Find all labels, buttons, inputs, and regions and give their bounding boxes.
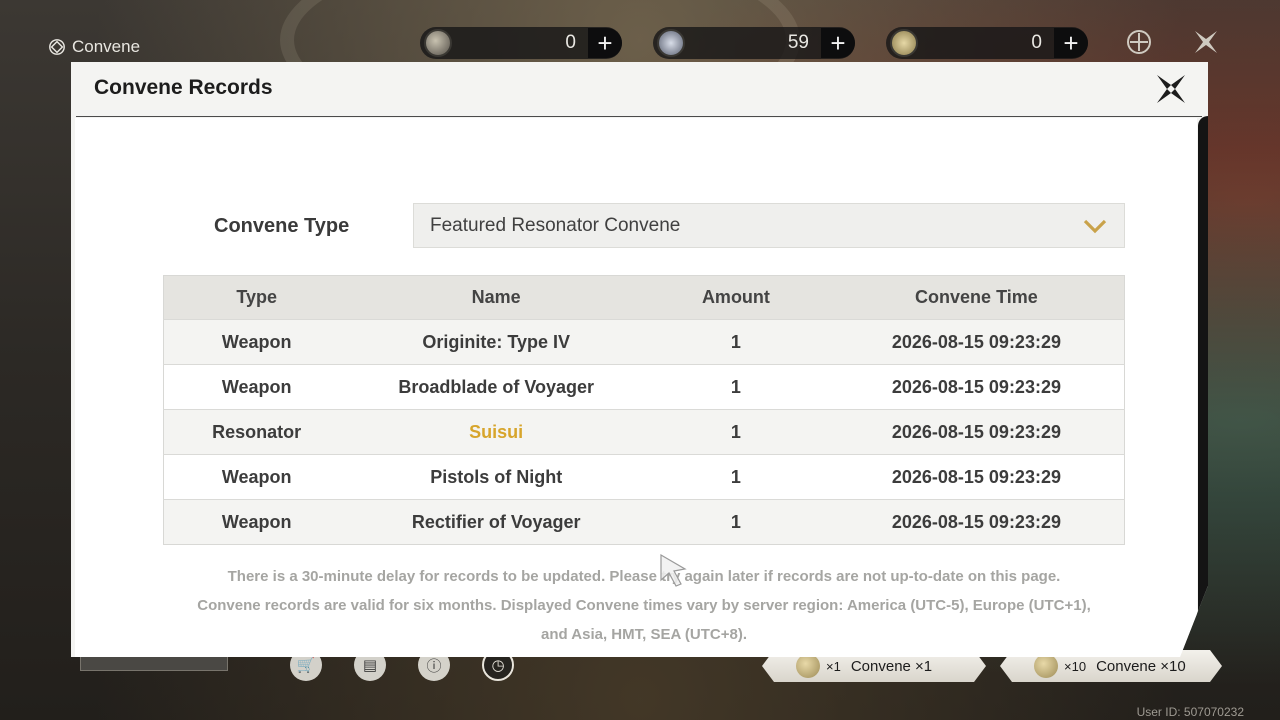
records-notice: There is a 30-minute delay for records t… bbox=[163, 562, 1125, 649]
tide-icon bbox=[890, 29, 918, 57]
coin-icon bbox=[796, 654, 820, 678]
modal-side-accent bbox=[1198, 116, 1208, 646]
table-row: Weapon Broadblade of Voyager 1 2026-08-1… bbox=[164, 365, 1125, 410]
records-table: Type Name Amount Convene Time Weapon Ori… bbox=[163, 275, 1125, 545]
coin-icon bbox=[1034, 654, 1058, 678]
convene-type-label: Convene Type bbox=[214, 215, 350, 237]
cell-amount: 1 bbox=[643, 320, 829, 365]
cell-time: 2026-08-15 09:23:29 bbox=[829, 365, 1125, 410]
header-convene-time: Convene Time bbox=[829, 276, 1125, 320]
cell-amount: 1 bbox=[643, 365, 829, 410]
tide-currency-display: 0 + bbox=[886, 27, 1088, 59]
notice-line: There is a 30-minute delay for records t… bbox=[227, 568, 1061, 585]
convene-type-value: Featured Resonator Convene bbox=[430, 214, 681, 236]
app-title: Convene bbox=[48, 36, 140, 58]
table-row: Weapon Originite: Type IV 1 2026-08-15 0… bbox=[164, 320, 1125, 365]
cell-type: Resonator bbox=[164, 410, 350, 455]
convene-10-cost: ×10 bbox=[1064, 658, 1087, 674]
cell-time: 2026-08-15 09:23:29 bbox=[829, 320, 1125, 365]
notice-line: and Asia, HMT, SEA (UTC+8). bbox=[540, 626, 747, 643]
lunite-value: 0 bbox=[565, 32, 576, 53]
cell-name: Pistols of Night bbox=[349, 455, 643, 500]
cell-name: Rectifier of Voyager bbox=[349, 500, 643, 545]
add-astrite-button[interactable]: + bbox=[821, 28, 855, 58]
header-amount: Amount bbox=[643, 276, 829, 320]
astrite-currency-display: 59 + bbox=[653, 27, 855, 59]
cell-type: Weapon bbox=[164, 320, 350, 365]
convene-icon bbox=[49, 39, 65, 55]
lunite-currency-display: 0 + bbox=[420, 27, 622, 59]
cell-name: Broadblade of Voyager bbox=[349, 365, 643, 410]
cell-time: 2026-08-15 09:23:29 bbox=[829, 500, 1125, 545]
convene-type-dropdown[interactable]: Featured Resonator Convene bbox=[413, 203, 1125, 248]
chevron-down-icon bbox=[1082, 215, 1108, 237]
cell-type: Weapon bbox=[164, 500, 350, 545]
cell-amount: 1 bbox=[643, 455, 829, 500]
header-name: Name bbox=[349, 276, 643, 320]
cell-type: Weapon bbox=[164, 455, 350, 500]
cell-amount: 1 bbox=[643, 410, 829, 455]
lunite-icon bbox=[424, 29, 452, 57]
cell-amount: 1 bbox=[643, 500, 829, 545]
close-icon[interactable] bbox=[1154, 72, 1188, 106]
modal-title: Convene Records bbox=[94, 76, 273, 99]
modal-body: Convene Type Featured Resonator Convene … bbox=[75, 118, 1197, 657]
mouse-cursor-icon bbox=[660, 553, 687, 587]
modal-header: Convene Records bbox=[76, 62, 1202, 117]
exit-icon[interactable] bbox=[1191, 27, 1221, 57]
notice-line: Convene records are valid for six months… bbox=[197, 597, 1091, 614]
user-id: User ID: 507070232 bbox=[1136, 705, 1244, 719]
cell-name-highlight: Suisui bbox=[349, 410, 643, 455]
cell-time: 2026-08-15 09:23:29 bbox=[829, 455, 1125, 500]
table-row: Weapon Rectifier of Voyager 1 2026-08-15… bbox=[164, 500, 1125, 545]
convene-records-modal: Convene Records Convene Type Featured Re… bbox=[71, 62, 1208, 657]
astrite-value: 59 bbox=[787, 32, 809, 53]
add-tide-button[interactable]: + bbox=[1054, 28, 1088, 58]
astrite-icon bbox=[657, 29, 685, 57]
cell-name: Originite: Type IV bbox=[349, 320, 643, 365]
tide-value: 0 bbox=[1031, 32, 1042, 53]
convene-1-label: Convene ×1 bbox=[850, 657, 933, 675]
table-header-row: Type Name Amount Convene Time bbox=[164, 276, 1125, 320]
table-row: Resonator Suisui 1 2026-08-15 09:23:29 bbox=[164, 410, 1125, 455]
cell-type: Weapon bbox=[164, 365, 350, 410]
table-row: Weapon Pistols of Night 1 2026-08-15 09:… bbox=[164, 455, 1125, 500]
header-type: Type bbox=[164, 276, 350, 320]
banner-thumbnail[interactable] bbox=[80, 655, 228, 671]
convene-1-cost: ×1 bbox=[826, 658, 841, 674]
settings-icon[interactable] bbox=[1124, 27, 1154, 57]
add-lunite-button[interactable]: + bbox=[588, 28, 622, 58]
app-title-text: Convene bbox=[72, 37, 141, 56]
cell-time: 2026-08-15 09:23:29 bbox=[829, 410, 1125, 455]
convene-10-label: Convene ×10 bbox=[1096, 657, 1186, 675]
